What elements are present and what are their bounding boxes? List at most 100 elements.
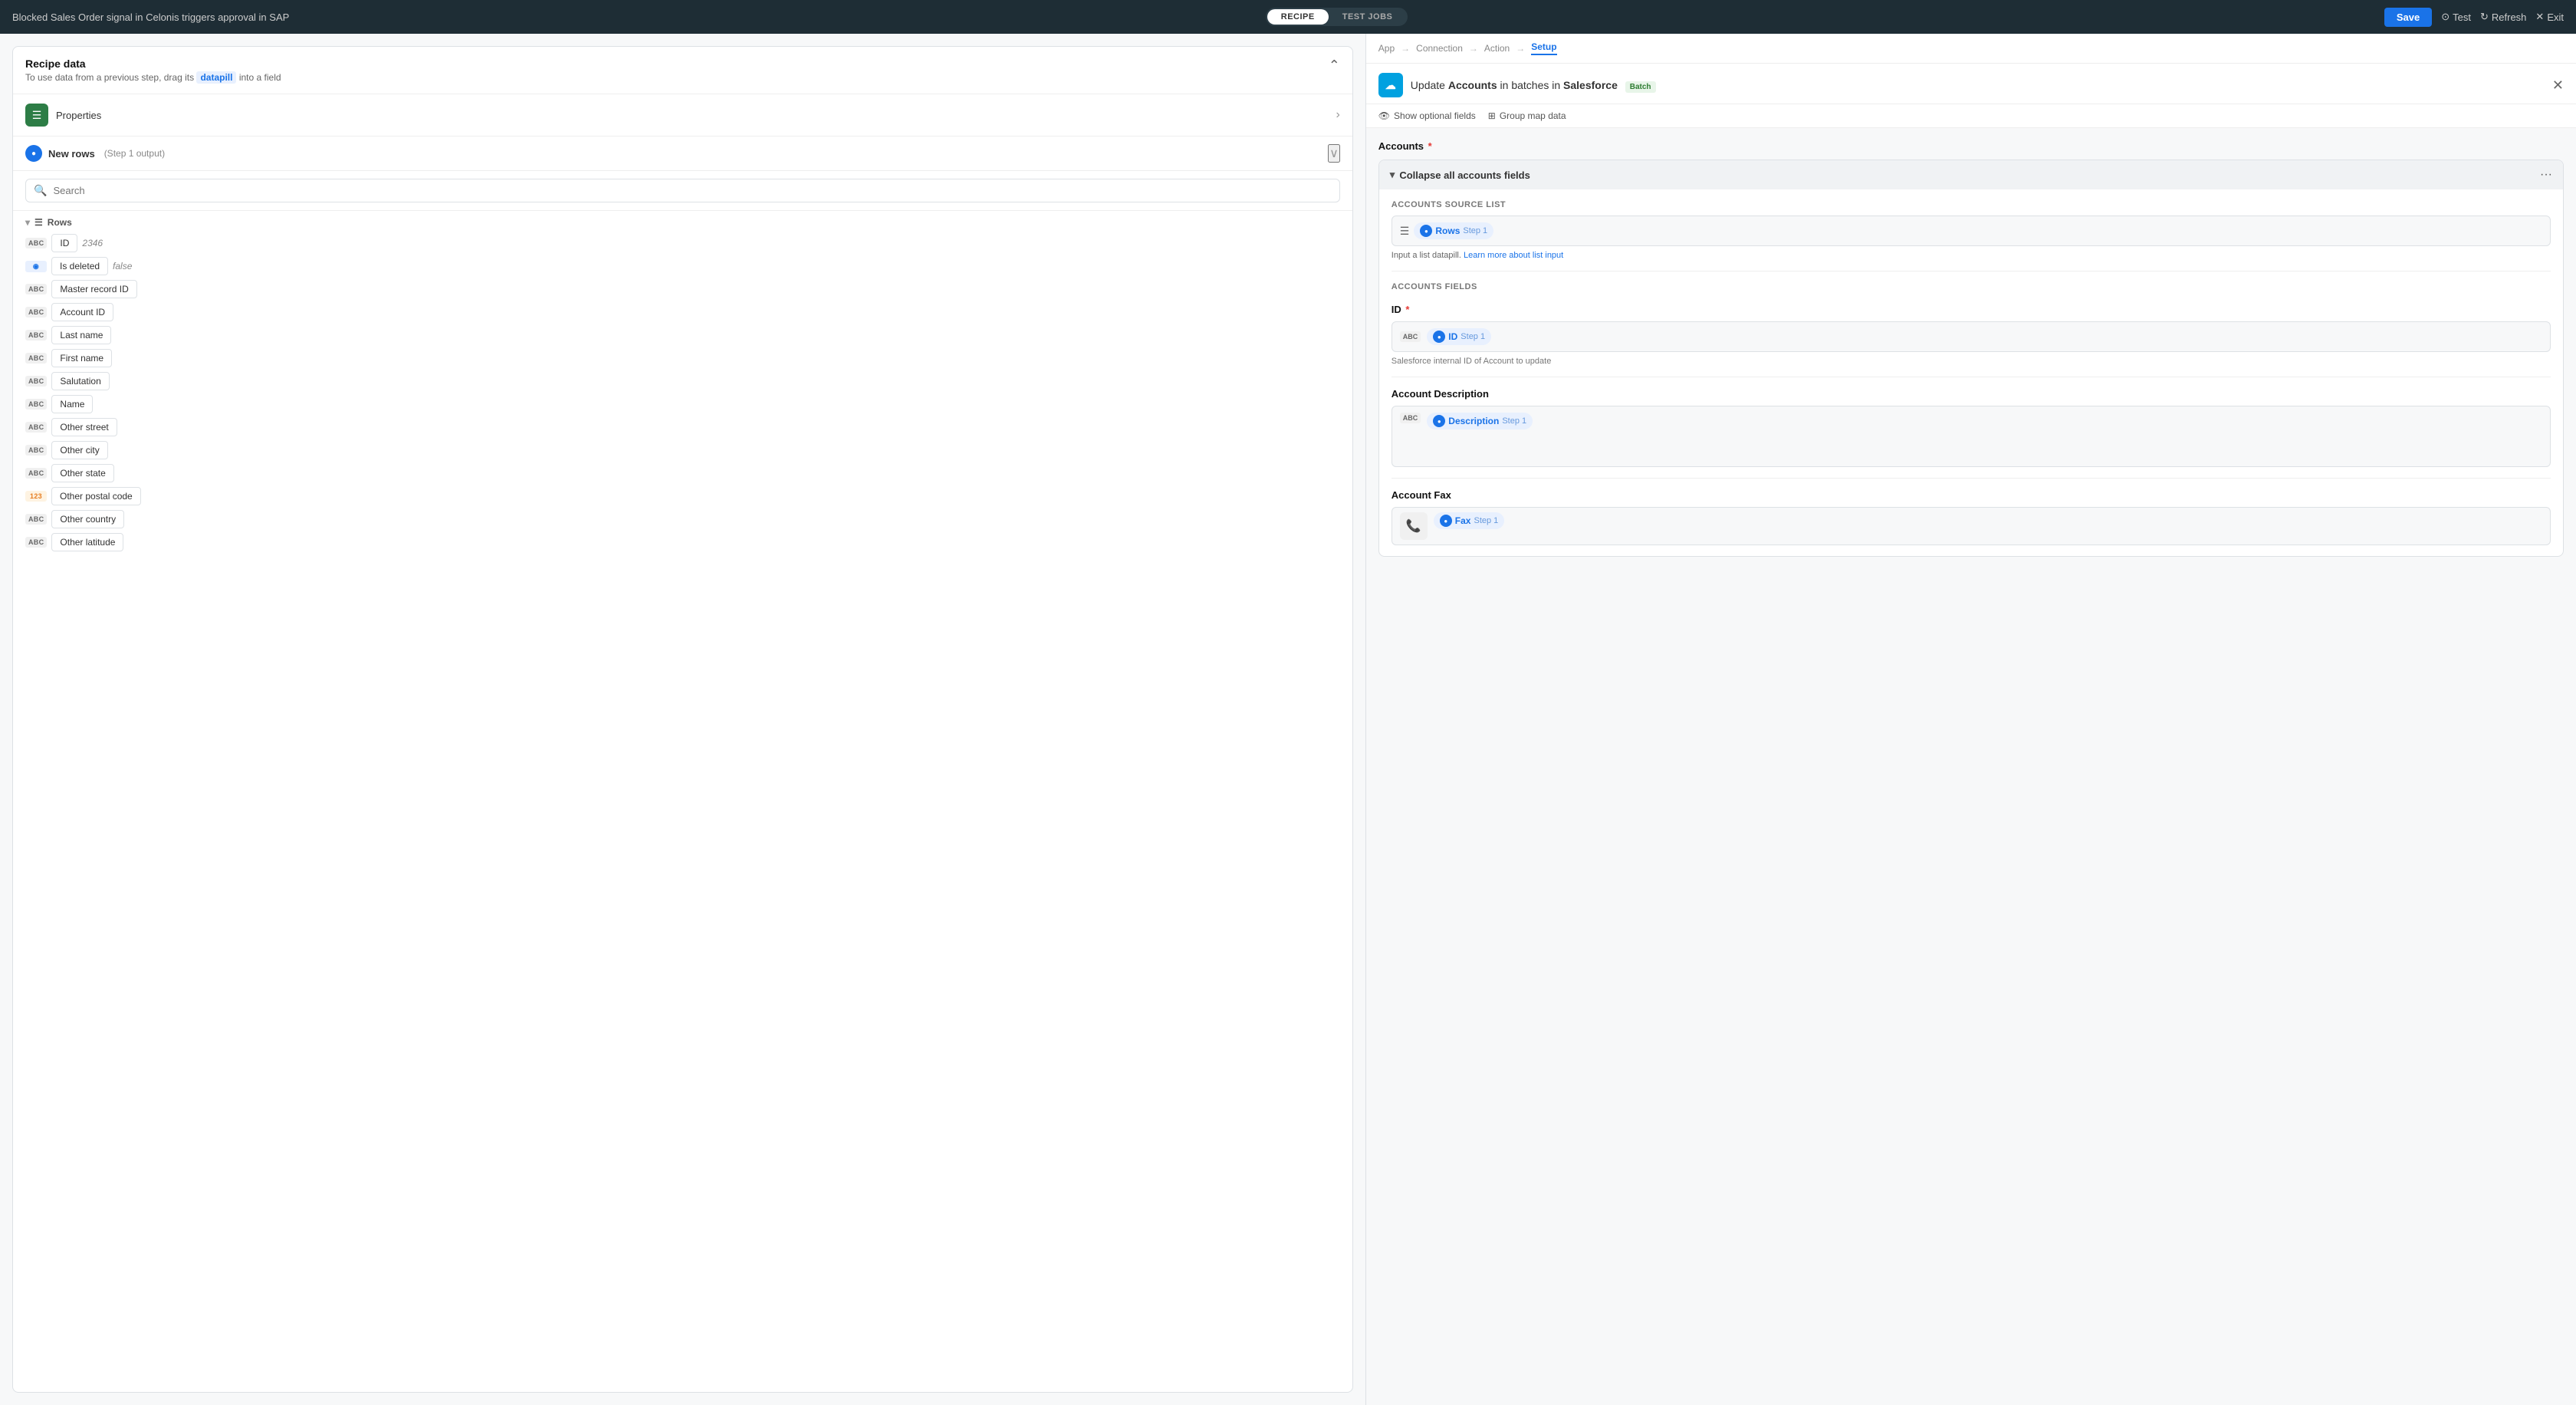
breadcrumb-action[interactable]: Action <box>1484 43 1510 54</box>
tab-toggle: RECIPE TEST JOBS <box>1266 8 1408 26</box>
type-badge-abc: ABC <box>25 330 47 341</box>
save-button[interactable]: Save <box>2384 8 2432 27</box>
group-map-data-btn[interactable]: ⊞ Group map data <box>1488 110 1566 121</box>
pill-is-deleted[interactable]: Is deleted <box>51 257 108 275</box>
id-field-group: ID * ABC ● ID Step 1 Salesforce internal… <box>1379 301 2563 377</box>
rows-header: ▾ ☰ Rows <box>25 217 1340 228</box>
list-item: ABC Other city <box>25 441 1340 459</box>
new-rows-expand-btn[interactable]: ∨ <box>1328 144 1340 163</box>
recipe-data-collapse-btn[interactable]: ⌃ <box>1329 58 1340 74</box>
rows-chip-label: Rows <box>1435 225 1460 236</box>
pill-other-latitude[interactable]: Other latitude <box>51 533 123 551</box>
type-badge-toggle: ◉ <box>25 261 47 272</box>
recipe-data-card: Recipe data To use data from a previous … <box>12 46 1353 1393</box>
breadcrumb: App → Connection → Action → Setup <box>1366 34 2576 64</box>
pill-other-postal-code[interactable]: Other postal code <box>51 487 141 505</box>
id-chip-step: Step 1 <box>1460 332 1485 341</box>
learn-more-link[interactable]: Learn more about list input <box>1464 251 1563 260</box>
pill-name[interactable]: Name <box>51 395 93 413</box>
breadcrumb-connection[interactable]: Connection <box>1416 43 1463 54</box>
pill-id[interactable]: ID <box>51 234 77 252</box>
type-badge-abc: ABC <box>25 537 47 548</box>
breadcrumb-setup[interactable]: Setup <box>1531 41 1556 55</box>
list-item: ABC Account ID <box>25 303 1340 321</box>
right-toolbar: 👁 Show optional fields ⊞ Group map data <box>1366 104 2576 128</box>
description-field-title: Account Description <box>1392 388 2551 400</box>
accounts-fields-sublabel: Accounts fields <box>1392 282 2551 291</box>
source-list-field-group: Accounts source list ☰ ● Rows Step 1 Inp… <box>1379 189 2563 271</box>
exit-link[interactable]: ✕ Exit <box>2535 11 2564 23</box>
list-item: ABC Other state <box>25 464 1340 482</box>
pill-other-city[interactable]: Other city <box>51 441 107 459</box>
tab-recipe[interactable]: RECIPE <box>1267 9 1329 25</box>
type-badge-abc: ABC <box>25 238 47 248</box>
rows-label: Rows <box>48 217 72 228</box>
accounts-section-label: Accounts * <box>1378 140 2564 152</box>
type-badge-abc: ABC <box>25 353 47 364</box>
rows-chip: ● Rows Step 1 <box>1414 222 1493 239</box>
pill-last-name[interactable]: Last name <box>51 326 111 344</box>
rows-chip-icon: ● <box>1420 225 1432 237</box>
top-header: Blocked Sales Order signal in Celonis tr… <box>0 0 2576 34</box>
id-required-marker: * <box>1405 304 1409 315</box>
source-list-label: Accounts source list <box>1392 200 2551 209</box>
description-chip-type: ABC <box>1400 413 1421 423</box>
search-input[interactable] <box>53 185 1331 196</box>
recipe-data-subtitle: To use data from a previous step, drag i… <box>25 72 281 83</box>
source-list-input[interactable]: ☰ ● Rows Step 1 <box>1392 216 2551 246</box>
left-panel: Recipe data To use data from a previous … <box>0 34 1365 1405</box>
id-field-input[interactable]: ABC ● ID Step 1 <box>1392 321 2551 352</box>
accounts-card-more-btn[interactable]: ··· <box>2540 168 2552 182</box>
id-chip-icon: ● <box>1433 331 1445 343</box>
type-badge-abc: ABC <box>25 468 47 479</box>
breadcrumb-app[interactable]: App <box>1378 43 1395 54</box>
type-badge-abc: ABC <box>25 422 47 433</box>
type-badge-abc: ABC <box>25 376 47 387</box>
properties-left: ☰ Properties <box>25 104 101 127</box>
eye-icon: 👁 <box>1378 110 1390 121</box>
fax-field-title: Account Fax <box>1392 489 2551 501</box>
tab-test-jobs[interactable]: TEST JOBS <box>1329 9 1407 25</box>
test-link[interactable]: ⊙ Test <box>2441 11 2471 23</box>
batch-badge: Batch <box>1625 81 1656 93</box>
refresh-link[interactable]: ↻ Refresh <box>2480 11 2526 23</box>
search-icon: 🔍 <box>34 184 47 197</box>
new-rows-row: ● New rows (Step 1 output) ∨ <box>13 137 1352 171</box>
type-badge-abc: ABC <box>25 307 47 318</box>
recipe-data-info: Recipe data To use data from a previous … <box>25 58 281 83</box>
header-actions: Save ⊙ Test ↻ Refresh ✕ Exit <box>2384 8 2564 27</box>
id-chip: ● ID Step 1 <box>1427 328 1491 345</box>
list-item: 123 Other postal code <box>25 487 1340 505</box>
fax-field-input[interactable]: 📞 ● Fax Step 1 <box>1392 507 2551 545</box>
test-icon: ⊙ <box>2441 11 2450 23</box>
right-panel: App → Connection → Action → Setup ☁ Upda… <box>1365 34 2576 1405</box>
id-field-hint: Salesforce internal ID of Account to upd… <box>1392 357 2551 366</box>
right-panel-close-btn[interactable]: ✕ <box>2552 77 2564 94</box>
pill-other-street[interactable]: Other street <box>51 418 117 436</box>
pill-master-record-id[interactable]: Master record ID <box>51 280 136 298</box>
list-item: ABC Other street <box>25 418 1340 436</box>
pill-account-id[interactable]: Account ID <box>51 303 113 321</box>
list-item: ABC Other latitude <box>25 533 1340 551</box>
pill-other-state[interactable]: Other state <box>51 464 113 482</box>
new-rows-icon: ● <box>25 145 42 162</box>
description-field-input[interactable]: ABC ● Description Step 1 <box>1392 406 2551 467</box>
datapill-ref: datapill <box>196 71 236 84</box>
type-badge-num: 123 <box>25 491 47 502</box>
right-title-row: ☁ Update Accounts in batches in Salesfor… <box>1366 64 2576 104</box>
pill-other-country[interactable]: Other country <box>51 510 124 528</box>
pill-salutation[interactable]: Salutation <box>51 372 109 390</box>
pill-first-name[interactable]: First name <box>51 349 112 367</box>
type-badge-abc: ABC <box>25 284 47 294</box>
rows-section: ▾ ☰ Rows ABC ID 2346 ◉ Is deleted false <box>13 211 1352 1392</box>
refresh-icon: ↻ <box>2480 11 2489 23</box>
list-item: ABC Last name <box>25 326 1340 344</box>
fax-chip: ● Fax Step 1 <box>1434 512 1505 529</box>
type-badge-abc: ABC <box>25 445 47 456</box>
show-optional-fields-btn[interactable]: 👁 Show optional fields <box>1378 110 1476 121</box>
collapse-arrow-icon[interactable]: ▾ <box>1390 169 1395 181</box>
list-item: ◉ Is deleted false <box>25 257 1340 275</box>
pill-id-value: 2346 <box>82 238 103 248</box>
properties-row[interactable]: ☰ Properties › <box>13 94 1352 137</box>
app-title: Blocked Sales Order signal in Celonis tr… <box>12 12 289 23</box>
